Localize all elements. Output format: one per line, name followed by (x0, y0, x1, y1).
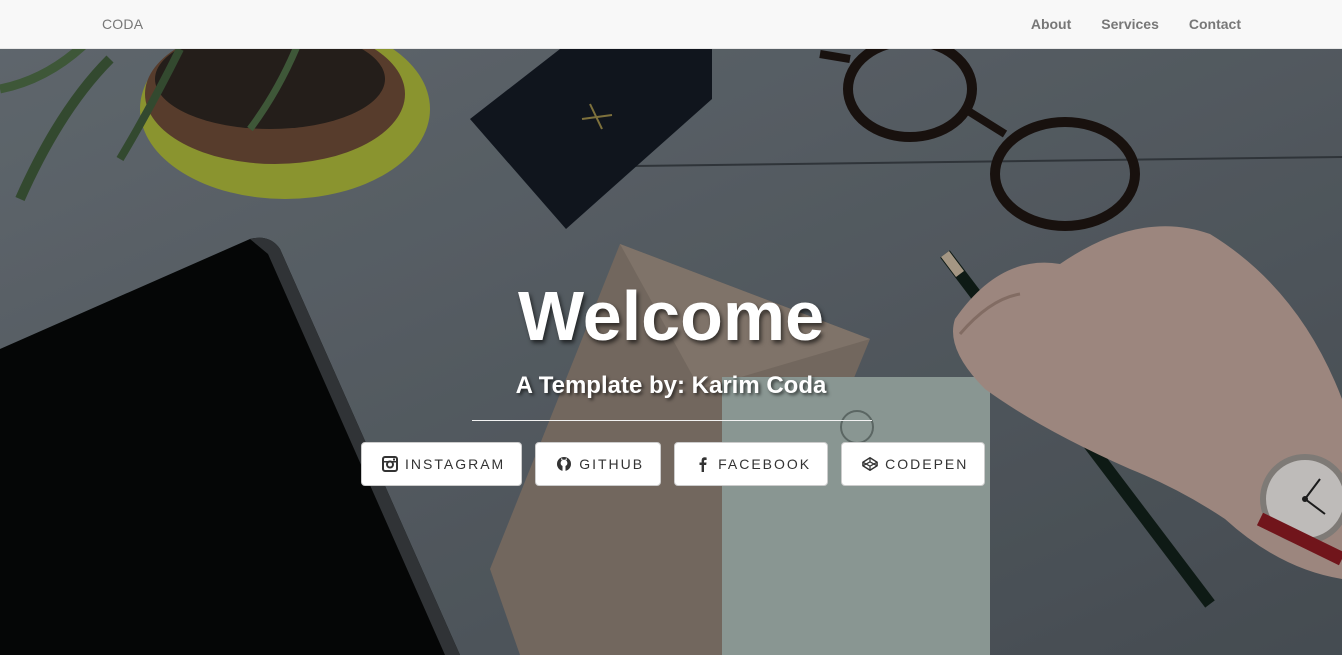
nav-link-about[interactable]: About (1031, 16, 1071, 32)
instagram-icon (382, 456, 398, 472)
hero-title: Welcome (517, 277, 825, 355)
brand-link[interactable]: CODA (102, 16, 143, 32)
hero-section: Welcome A Template by: Karim Coda INSTAG… (0, 49, 1342, 655)
codepen-label: CODEPEN (885, 456, 969, 472)
github-label: GITHUB (579, 456, 645, 472)
facebook-label: FACEBOOK (718, 456, 812, 472)
hero-divider (472, 420, 872, 421)
instagram-button[interactable]: INSTAGRAM (361, 442, 523, 486)
hero-content: Welcome A Template by: Karim Coda INSTAG… (0, 49, 1342, 655)
codepen-button[interactable]: CODEPEN (841, 442, 986, 486)
hero-subtitle: A Template by: Karim Coda (515, 372, 827, 399)
social-buttons: INSTAGRAM GITHUB FACEBOOK CODEPEN (361, 442, 986, 486)
instagram-label: INSTAGRAM (405, 456, 506, 472)
navbar: CODA About Services Contact (0, 0, 1342, 49)
github-icon (556, 456, 572, 472)
facebook-button[interactable]: FACEBOOK (674, 442, 829, 486)
nav-link-services[interactable]: Services (1101, 16, 1159, 32)
nav-links: About Services Contact (1031, 16, 1241, 32)
github-button[interactable]: GITHUB (535, 442, 662, 486)
codepen-icon (862, 456, 878, 472)
facebook-icon (695, 456, 711, 472)
nav-link-contact[interactable]: Contact (1189, 16, 1241, 32)
